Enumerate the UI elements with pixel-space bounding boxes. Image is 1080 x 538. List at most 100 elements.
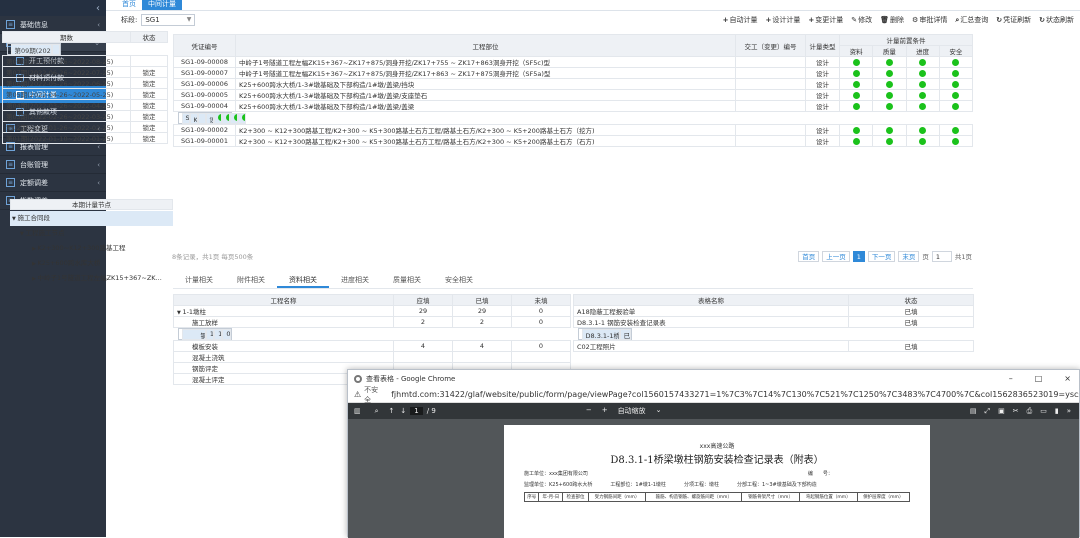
- period-header: 期数: [2, 31, 131, 43]
- toolbar-button-1[interactable]: +设计计量: [766, 15, 801, 25]
- search-icon[interactable]: ⌕: [375, 407, 379, 416]
- work-item-cell-3: 0: [511, 316, 571, 328]
- voucher-cell-2: [735, 124, 806, 136]
- current-page[interactable]: 1: [852, 250, 865, 262]
- tree-node[interactable]: ▼ 工程施工节点: [10, 226, 173, 241]
- voucher-cell-0: SG1-09-00001: [173, 135, 236, 147]
- maximize-icon[interactable]: □: [1035, 374, 1043, 383]
- progress-header: 进度: [905, 45, 940, 57]
- period-row[interactable]: 第02期(2022-01-26~2022-02-25) 锁定: [2, 121, 168, 133]
- period-row[interactable]: 第04期(2022-03-26~2022-04-25) 锁定: [2, 99, 168, 111]
- work-item-row[interactable]: 钢筋加工及安装12120: [177, 328, 232, 340]
- toolbar-button-8[interactable]: ↻状态刷新: [1039, 15, 1074, 25]
- zoom-in-icon[interactable]: +: [602, 406, 608, 416]
- toolbar-button-6[interactable]: ⌕汇总查询: [955, 15, 988, 25]
- voucher-cell-1: 中岭子1号隧道工程左幅ZK15+367~ZK17+875/洞身开挖/ZK17+8…: [235, 67, 736, 79]
- work-item-row[interactable]: 施工放样 2 2 0: [173, 316, 571, 328]
- form-row[interactable]: C02工程照片 已填: [573, 340, 974, 352]
- voucher-row[interactable]: SG1-09-00001 K2+300 ~ K12+300路基工程/K2+300 …: [173, 135, 974, 147]
- toolbar-button-4[interactable]: 🗑删除: [880, 15, 904, 25]
- first-page-button[interactable]: 首页: [798, 250, 820, 262]
- voucher-row[interactable]: SG1-09-00007 中岭子1号隧道工程左幅ZK15+367~ZK17+875…: [173, 67, 974, 79]
- form-row[interactable]: A18隐蔽工程报验单 已填: [573, 305, 974, 317]
- tree-node[interactable]: ▶ K25+600跨水库大桥: [10, 256, 173, 271]
- address-bar[interactable]: ⚠ 不安全 fjhmtd.com:31422/glaf/website/publ…: [348, 386, 1079, 404]
- work-item-row[interactable]: 模板安装 4 4 0: [173, 340, 571, 352]
- tab-home[interactable]: 首页: [116, 0, 142, 10]
- arrow-down-icon[interactable]: ↓: [400, 407, 406, 415]
- doc-header: 资料: [838, 45, 874, 57]
- period-row[interactable]: 第01期(2022-01-10~2022-01-25) 锁定: [2, 132, 168, 144]
- toolbar-button-5[interactable]: ⚙审批详情: [912, 15, 947, 25]
- close-icon[interactable]: ×: [1064, 374, 1071, 383]
- next-page-button[interactable]: 下一页: [867, 250, 896, 262]
- fullscreen-icon[interactable]: ⤢: [985, 407, 991, 416]
- period-row[interactable]: 第05期(2022-04-26~2022-05-25) 锁定: [2, 88, 168, 100]
- toolbar-icon: ⚙: [912, 16, 919, 24]
- bottom-tab-0[interactable]: 计量相关: [173, 273, 225, 288]
- bottom-tab-3[interactable]: 进度相关: [329, 273, 381, 288]
- toolbar-button-2[interactable]: +变更计量: [808, 15, 843, 25]
- tools-icon[interactable]: ✂: [1013, 407, 1019, 416]
- tree-node[interactable]: ▼ 施工合同段: [10, 211, 173, 226]
- period-row[interactable]: 第03期(2022-02-26~2022-03-25) 锁定: [2, 110, 168, 122]
- page-input[interactable]: 1: [931, 250, 952, 262]
- more-icon[interactable]: »: [1067, 407, 1071, 416]
- status-ok-icon: [952, 58, 960, 66]
- period-table: 期数 状态 第09期(2022-08-26~2022-09-25)第08期(20…: [2, 31, 168, 166]
- sidebar-toggle-icon[interactable]: ▥: [354, 407, 361, 415]
- toolbar-button-7[interactable]: ↻凭证刷新: [996, 15, 1031, 25]
- work-name-header: 工程名称: [173, 294, 394, 306]
- bookmark-icon[interactable]: ▮: [1055, 407, 1059, 416]
- period-row[interactable]: 第06期(2022-05-26~2022-06-25) 锁定: [2, 77, 168, 89]
- voucher-row[interactable]: SG1-09-00004 K25+600跨水大桥/1-3#墩基础及下部构造/1#墩…: [173, 100, 974, 112]
- save-icon[interactable]: ▭: [1040, 407, 1047, 416]
- voucher-row[interactable]: SG1-09-00008 中岭子1号隧道工程左幅ZK15+367~ZK17+875…: [173, 56, 974, 68]
- print-icon[interactable]: ⎙: [1027, 407, 1033, 416]
- zoom-select[interactable]: 自动缩放: [618, 406, 646, 416]
- precondition-cell: [872, 124, 907, 136]
- pdf-page-input[interactable]: 1: [410, 407, 423, 415]
- period-row[interactable]: 第08期(2022-07-26~2022-08-25): [2, 55, 168, 67]
- caret-down-icon[interactable]: ▼: [177, 310, 182, 316]
- presentation-icon[interactable]: ▤: [970, 407, 977, 416]
- doc-header-cell: 年-月-日: [538, 492, 564, 502]
- empty-row: [3, 155, 168, 166]
- sidebar-collapse[interactable]: ‹: [0, 0, 106, 16]
- bottom-tab-5[interactable]: 安全相关: [433, 273, 485, 288]
- toolbar-button-3[interactable]: ✎修改: [851, 15, 872, 25]
- period-row[interactable]: 第07期(2022-06-26~2022-07-25) 锁定: [2, 66, 168, 78]
- arrow-up-icon[interactable]: ↑: [389, 407, 395, 415]
- precondition-cell: [872, 56, 907, 68]
- voucher-row[interactable]: SG1-09-00005 K25+600跨水大桥/1-3#墩基础及下部构造/1#墩…: [173, 89, 974, 101]
- work-item-row[interactable]: ▼ 1-1墩柱 29 29 0: [173, 305, 571, 317]
- voucher-row[interactable]: SG1-09-00002 K2+300 ~ K12+300路基工程/K2+300 …: [173, 124, 974, 136]
- voucher-row[interactable]: SG1-09-00003K25+600跨水大桥/1-3#墩基础及下部构造/1#墩…: [177, 112, 246, 124]
- pdf-viewer[interactable]: xxx高速公路 D8.3.1-1桥梁墩柱钢筋安装检查记录表（附表） 施工单位：x…: [348, 419, 1079, 538]
- tab-interim-measurement[interactable]: 中间计量: [142, 0, 182, 10]
- form-cell-0: C02工程照片: [573, 340, 849, 352]
- voucher-cell-3: 设计: [805, 67, 840, 79]
- bottom-tab-2[interactable]: 资料相关: [277, 273, 329, 288]
- form-row[interactable]: D8.3.1-1 钢筋安装检查记录表 已填: [573, 316, 974, 328]
- sidebar-item-5[interactable]: ≡ 定额调差 ‹: [0, 174, 106, 192]
- url-text[interactable]: fjhmtd.com:31422/glaf/website/public/for…: [391, 390, 1079, 399]
- tree-node[interactable]: ▶ K2+300~K12+300路基工程: [10, 241, 173, 256]
- status-ok-icon: [852, 126, 860, 134]
- minimize-icon[interactable]: –: [1009, 374, 1013, 383]
- period-row[interactable]: 第09期(2022-08-26~2022-09-25): [6, 43, 61, 55]
- chevron-left-icon[interactable]: ‹: [96, 3, 100, 14]
- toolbar-button-0[interactable]: +自动计量: [723, 15, 758, 25]
- open-file-icon[interactable]: ▣: [998, 407, 1005, 416]
- work-item-row[interactable]: 混凝土浇筑: [173, 351, 571, 363]
- form-row[interactable]: D8.3.1-1桥梁墩柱钢筋安装检查记录表（附表）已填: [577, 328, 632, 340]
- zoom-out-icon[interactable]: −: [586, 406, 592, 416]
- bottom-tab-4[interactable]: 质量相关: [381, 273, 433, 288]
- tree-node[interactable]: ▶ 中岭子1号隧道工程左幅ZK15+367~ZK...: [10, 271, 173, 286]
- prev-page-button[interactable]: 上一页: [822, 250, 850, 262]
- period-cell: 第06期(2022-05-26~2022-06-25): [2, 77, 131, 89]
- section-select[interactable]: SG1 ▼: [141, 13, 196, 26]
- bottom-tab-1[interactable]: 附件相关: [225, 273, 277, 288]
- last-page-button[interactable]: 末页: [898, 250, 920, 262]
- voucher-row[interactable]: SG1-09-00006 K25+600跨水大桥/1-3#墩基础及下部构造/1#墩…: [173, 78, 974, 90]
